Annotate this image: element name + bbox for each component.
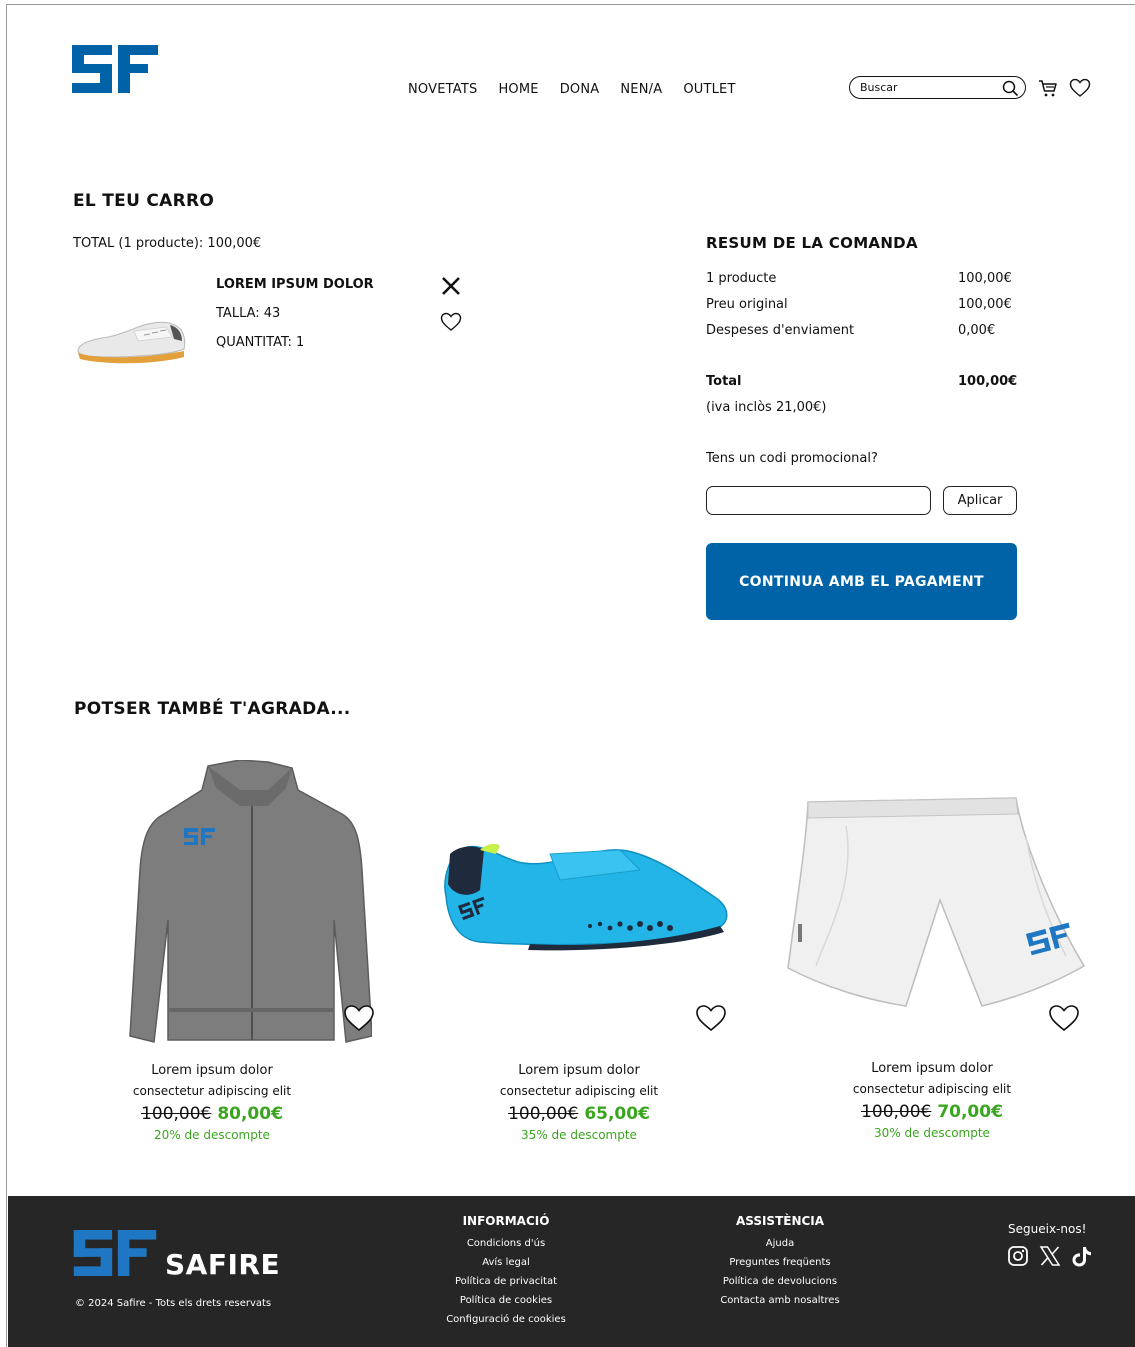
product-shoe-image[interactable] xyxy=(74,315,188,367)
product-quantity: QUANTITAT: 1 xyxy=(216,335,305,350)
heart-icon[interactable] xyxy=(1048,1004,1080,1032)
footer-link[interactable]: Contacta amb nosaltres xyxy=(680,1291,880,1310)
summary-row-label: 1 producte xyxy=(706,271,777,286)
footer-link[interactable]: Configuració de cookies xyxy=(406,1310,606,1329)
heart-icon[interactable] xyxy=(343,1004,375,1032)
page: NOVETATS HOME DONA NEN/A OUTLET EL TEU C… xyxy=(0,0,1135,1347)
product-card-name: Lorem ipsum dolor xyxy=(518,1063,640,1078)
footer: SAFIRE © 2024 Safire - Tots els drets re… xyxy=(8,1196,1135,1347)
nav-dona[interactable]: DONA xyxy=(560,82,600,97)
search-input[interactable] xyxy=(860,81,1000,94)
safire-logo[interactable] xyxy=(73,1230,157,1276)
close-icon[interactable] xyxy=(440,275,462,297)
product-card-name: Lorem ipsum dolor xyxy=(871,1061,993,1076)
product-shorts-image[interactable] xyxy=(786,796,1086,1010)
summary-row: Preu original 100,00€ xyxy=(706,297,1018,312)
nav-novetats[interactable]: NOVETATS xyxy=(408,82,477,97)
old-price: 100,00€ xyxy=(508,1104,579,1124)
summary-row-label: Preu original xyxy=(706,297,788,312)
footer-link[interactable]: Política de cookies xyxy=(406,1291,606,1310)
product-card-discount: 30% de descompte xyxy=(874,1126,990,1140)
product-card-desc: consectetur adipiscing elit xyxy=(132,1084,292,1098)
heart-icon[interactable] xyxy=(440,312,462,332)
product-card-discount: 20% de descompte xyxy=(154,1128,270,1142)
summary-row-value: 100,00€ xyxy=(958,297,1012,312)
heart-icon[interactable] xyxy=(695,1004,727,1032)
footer-link[interactable]: Avís legal xyxy=(406,1253,606,1272)
footer-link[interactable]: Condicions d'ús xyxy=(406,1234,606,1253)
summary-row: Despeses d'enviament 0,00€ xyxy=(706,323,1018,338)
product-card-discount: 35% de descompte xyxy=(521,1128,637,1142)
x-icon[interactable] xyxy=(1039,1245,1061,1267)
product-card[interactable]: Lorem ipsum dolor consectetur adipiscing… xyxy=(772,1061,1092,1140)
search-icon[interactable] xyxy=(1001,79,1019,97)
cart-title: EL TEU CARRO xyxy=(73,191,215,211)
footer-brand-name: SAFIRE xyxy=(165,1248,281,1281)
nav-outlet[interactable]: OUTLET xyxy=(683,82,735,97)
footer-help-title: ASSISTÈNCIA xyxy=(735,1214,825,1228)
search-box xyxy=(849,76,1026,99)
product-jacket-image[interactable] xyxy=(128,760,372,1046)
footer-link[interactable]: Política de privacitat xyxy=(406,1272,606,1291)
product-card-name: Lorem ipsum dolor xyxy=(151,1063,273,1078)
footer-info-column: INFORMACIÓ Condicions d'ús Avís legal Po… xyxy=(406,1214,606,1329)
footer-help-column: ASSISTÈNCIA Ajuda Preguntes freqüents Po… xyxy=(680,1214,880,1310)
new-price: 65,00€ xyxy=(584,1104,650,1124)
heart-icon[interactable] xyxy=(1069,77,1091,99)
apply-promo-button[interactable]: Aplicar xyxy=(943,486,1017,515)
cart-total-line: TOTAL (1 producte): 100,00€ xyxy=(73,236,262,251)
safire-logo[interactable] xyxy=(72,45,158,93)
summary-row: 1 producte 100,00€ xyxy=(706,271,1018,286)
footer-link[interactable]: Ajuda xyxy=(680,1234,880,1253)
product-card-price: 100,00€ 65,00€ xyxy=(419,1104,739,1124)
product-card-desc: consectetur adipiscing elit xyxy=(852,1082,1012,1096)
product-card-desc: consectetur adipiscing elit xyxy=(499,1084,659,1098)
summary-title: RESUM DE LA COMANDA xyxy=(706,234,918,252)
product-card-price: 100,00€ 80,00€ xyxy=(52,1104,372,1124)
nav-home[interactable]: HOME xyxy=(498,82,538,97)
old-price: 100,00€ xyxy=(141,1104,212,1124)
footer-info-title: INFORMACIÓ xyxy=(462,1214,550,1228)
promo-question: Tens un codi promocional? xyxy=(706,451,878,466)
summary-row-value: 100,00€ xyxy=(958,271,1012,286)
main-nav: NOVETATS HOME DONA NEN/A OUTLET xyxy=(408,82,736,97)
summary-total-label: Total xyxy=(706,374,742,389)
continue-payment-button[interactable]: CONTINUA AMB EL PAGAMENT xyxy=(706,543,1017,620)
new-price: 80,00€ xyxy=(217,1104,283,1124)
footer-copyright: © 2024 Safire - Tots els drets reservats xyxy=(75,1298,272,1309)
product-card[interactable]: Lorem ipsum dolor consectetur adipiscing… xyxy=(52,1063,372,1142)
summary-total-row: Total 100,00€ xyxy=(706,374,1018,389)
instagram-icon[interactable] xyxy=(1007,1245,1029,1267)
product-blue-shoe-image[interactable] xyxy=(440,840,730,952)
nav-nen-a[interactable]: NEN/A xyxy=(620,82,662,97)
tiktok-icon[interactable] xyxy=(1071,1245,1093,1267)
product-name[interactable]: LOREM IPSUM DOLOR xyxy=(216,277,374,292)
footer-follow-label: Segueix-nos! xyxy=(1008,1222,1087,1236)
product-card-price: 100,00€ 70,00€ xyxy=(772,1102,1092,1122)
summary-row-label: Despeses d'enviament xyxy=(706,323,855,338)
recommendations-title: POTSER TAMBÉ T'AGRADA... xyxy=(74,699,351,719)
old-price: 100,00€ xyxy=(861,1102,932,1122)
summary-total-value: 100,00€ xyxy=(958,374,1018,389)
footer-link[interactable]: Política de devolucions xyxy=(680,1272,880,1291)
product-size: TALLA: 43 xyxy=(216,306,281,321)
promo-code-input[interactable] xyxy=(706,486,931,515)
cart-icon[interactable] xyxy=(1037,77,1059,99)
footer-link[interactable]: Preguntes freqüents xyxy=(680,1253,880,1272)
product-card[interactable]: Lorem ipsum dolor consectetur adipiscing… xyxy=(419,1063,739,1142)
iva-note: (iva inclòs 21,00€) xyxy=(706,400,827,415)
new-price: 70,00€ xyxy=(937,1102,1003,1122)
summary-row-value: 0,00€ xyxy=(958,323,996,338)
